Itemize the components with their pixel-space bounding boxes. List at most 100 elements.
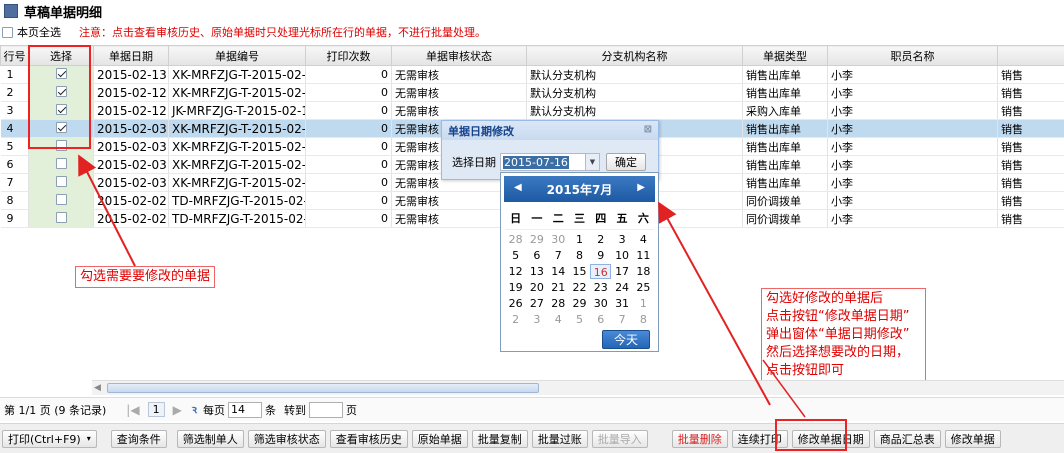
col-header-date[interactable]: 单据日期 [93,45,169,66]
calendar-day[interactable]: 6 [526,248,547,263]
ok-button[interactable]: 确定 [606,153,646,171]
per-page-input[interactable] [228,401,263,418]
row-checkbox[interactable] [55,85,67,97]
col-header-staff[interactable]: 职员名称 [827,45,998,66]
calendar-day[interactable]: 28 [548,296,569,311]
batch-copy-button[interactable]: 批量复制 [471,429,528,448]
filter-creator-button[interactable]: 筛选制单人 [176,429,244,448]
calendar-day[interactable]: 28 [505,232,526,247]
filter-status-button[interactable]: 筛选审核状态 [247,429,326,448]
col-header-select[interactable]: 选择 [28,45,94,66]
calendar-day-selected[interactable]: 16 [590,264,612,279]
calendar-day[interactable]: 13 [526,264,547,279]
dropdown-caret-icon[interactable]: ▼ [585,154,599,170]
calendar-day[interactable]: 3 [611,232,632,247]
calendar-day[interactable]: 3 [526,312,547,327]
calendar-day[interactable]: 7 [548,248,569,263]
goods-summary-button[interactable]: 商品汇总表 [873,429,941,448]
col-header-status[interactable]: 单据审核状态 [391,45,527,66]
calendar-day[interactable]: 30 [590,296,611,311]
batch-import-button[interactable]: 批量导入 [591,429,648,448]
print-button[interactable]: 打印(Ctrl+F9) ▾ [2,429,97,448]
calendar-day[interactable]: 18 [633,264,654,279]
calendar-day[interactable]: 29 [526,232,547,247]
calendar-day[interactable]: 14 [548,264,569,279]
calendar-day[interactable]: 5 [505,248,526,263]
calendar-day[interactable]: 24 [611,280,632,295]
refresh-icon[interactable]: ꝛ [192,402,197,417]
modify-doc-button[interactable]: 修改单据 [944,429,1001,448]
calendar-month-label[interactable]: 2015年7月 [547,181,613,198]
calendar-day[interactable]: 8 [569,248,590,263]
calendar-day[interactable]: 30 [548,232,569,247]
date-input-value[interactable]: 2015-07-16 [503,155,569,169]
calendar-day[interactable]: 9 [590,248,611,263]
next-month-icon[interactable]: ▶ [637,182,645,193]
calendar-day[interactable]: 12 [505,264,526,279]
col-header-type[interactable]: 单据类型 [742,45,828,66]
calendar-day[interactable]: 21 [548,280,569,295]
calendar-day[interactable]: 7 [611,312,632,327]
batch-post-button[interactable]: 批量过账 [531,429,588,448]
first-page-icon[interactable]: |◀ [126,403,139,417]
calendar-day[interactable]: 31 [611,296,632,311]
horizontal-scrollbar[interactable]: ◀ [92,380,1064,395]
calendar-day[interactable]: 22 [569,280,590,295]
calendar-day[interactable]: 10 [611,248,632,263]
row-checkbox[interactable] [55,211,67,223]
calendar-day[interactable]: 2 [505,312,526,327]
calendar-day[interactable]: 20 [526,280,547,295]
calendar-day[interactable]: 2 [590,232,611,247]
original-doc-button[interactable]: 原始单据 [411,429,468,448]
goto-page-input[interactable] [309,401,344,418]
table-row[interactable]: 1 2015-02-13 XK-MRFZJG-T-2015-02-1 0 无需审核 默认分… [0,65,1064,84]
col-header-branch[interactable]: 分支机构名称 [526,45,743,66]
query-button[interactable]: 查询条件 [110,429,167,448]
calendar-day[interactable]: 1 [569,232,590,247]
scrollbar-thumb[interactable] [107,383,539,393]
calendar-day[interactable]: 19 [505,280,526,295]
cell-status: 无需审核 [391,101,527,120]
calendar-day[interactable]: 5 [569,312,590,327]
row-checkbox[interactable] [55,103,67,115]
table-row[interactable]: 3 2015-02-12 JK-MRFZJG-T-2015-02-1 0 无需审核 默认分… [0,101,1064,120]
calendar-day[interactable]: 15 [569,264,590,279]
calendar-day[interactable]: 11 [633,248,654,263]
table-row[interactable]: 2 2015-02-12 XK-MRFZJG-T-2015-02-1 0 无需审核 默认分… [0,83,1064,102]
row-checkbox[interactable] [55,157,67,169]
calendar-day[interactable]: 26 [505,296,526,311]
calendar-day[interactable]: 29 [569,296,590,311]
calendar-day[interactable]: 8 [633,312,654,327]
col-header-code[interactable]: 单据编号 [168,45,306,66]
scroll-left-icon[interactable]: ◀ [94,383,101,393]
col-header-rowno[interactable]: 行号 [0,45,29,66]
row-checkbox[interactable] [55,175,67,187]
select-all-checkbox[interactable] [2,26,13,38]
row-checkbox[interactable] [55,121,67,133]
date-input[interactable]: 2015-07-16 ▼ [500,153,600,171]
continuous-print-button[interactable]: 连续打印 [731,429,788,448]
prev-month-icon[interactable]: ◀ [514,182,522,193]
today-button[interactable]: 今天 [602,330,650,349]
calendar-day[interactable]: 25 [633,280,654,295]
col-header-prints[interactable]: 打印次数 [305,45,392,66]
calendar-day[interactable]: 1 [633,296,654,311]
select-all-label[interactable]: 本页全选 [17,24,61,40]
calendar-day[interactable]: 23 [590,280,611,295]
calendar-day[interactable]: 6 [590,312,611,327]
next-page-icon[interactable]: ▶ [173,403,182,417]
calendar-day[interactable]: 4 [633,232,654,247]
row-checkbox[interactable] [55,67,67,79]
calendar-day[interactable]: 17 [611,264,632,279]
batch-delete-button[interactable]: 批量删除 [671,429,728,448]
close-icon[interactable]: ⊠ [644,124,652,135]
col-header-extra[interactable] [997,45,1064,66]
dialog-titlebar[interactable]: 单据日期修改 ⊠ [442,121,658,140]
row-checkbox[interactable] [55,193,67,205]
calendar-day[interactable]: 4 [548,312,569,327]
row-checkbox[interactable] [55,139,67,151]
modify-date-button[interactable]: 修改单据日期 [791,429,870,448]
view-history-button[interactable]: 查看审核历史 [329,429,408,448]
cell-status: 无需审核 [391,83,527,102]
calendar-day[interactable]: 27 [526,296,547,311]
